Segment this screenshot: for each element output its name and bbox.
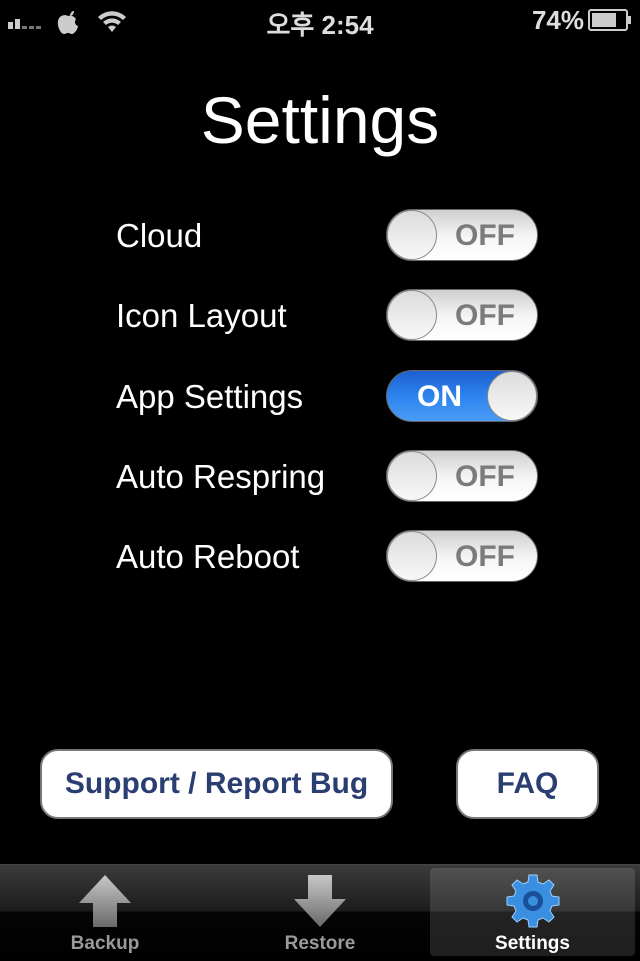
faq-button[interactable]: FAQ: [456, 749, 599, 819]
setting-label-cloud: Cloud: [116, 217, 203, 254]
status-bar: 오후 2:54 74%: [0, 0, 640, 40]
toggle-state-text: OFF: [455, 299, 515, 332]
battery-icon: [588, 9, 631, 31]
auto-reboot-toggle[interactable]: OFF: [386, 530, 538, 582]
setting-row-app-settings: App Settings ON: [0, 370, 640, 426]
support-report-bug-button[interactable]: Support / Report Bug: [40, 749, 393, 819]
toggle-state-text: ON: [417, 380, 462, 413]
tab-label-settings: Settings: [495, 933, 570, 954]
setting-row-cloud: Cloud OFF: [0, 209, 640, 265]
app-settings-toggle[interactable]: ON: [386, 370, 538, 422]
setting-label-icon-layout: Icon Layout: [116, 297, 287, 334]
tab-label-backup: Backup: [70, 933, 140, 954]
tab-backup[interactable]: Backup: [0, 865, 210, 961]
toggle-knob[interactable]: [387, 290, 437, 340]
setting-label-auto-reboot: Auto Reboot: [116, 538, 300, 575]
battery-percent: 74%: [531, 5, 584, 35]
toggle-state-text: OFF: [455, 540, 515, 573]
auto-respring-toggle[interactable]: OFF: [386, 450, 538, 502]
tab-label-restore: Restore: [284, 933, 356, 954]
setting-row-icon-layout: Icon Layout OFF: [0, 289, 640, 345]
toggle-knob[interactable]: [387, 210, 437, 260]
tab-restore[interactable]: Restore: [215, 865, 425, 961]
tab-settings[interactable]: Settings: [430, 868, 635, 956]
tab-bar: Backup Restore Settings: [0, 864, 640, 960]
toggle-state-text: OFF: [455, 219, 515, 252]
down-arrow-icon: [294, 875, 346, 927]
up-arrow-icon: [79, 875, 131, 927]
icon-layout-toggle[interactable]: OFF: [386, 289, 538, 341]
setting-label-auto-respring: Auto Respring: [116, 458, 326, 495]
toggle-knob[interactable]: [487, 371, 537, 421]
setting-row-auto-reboot: Auto Reboot OFF: [0, 530, 640, 586]
toggle-knob[interactable]: [387, 531, 437, 581]
cloud-toggle[interactable]: OFF: [386, 209, 538, 261]
page-title: Settings: [200, 83, 440, 157]
toggle-state-text: OFF: [455, 460, 515, 493]
gear-icon: [506, 874, 559, 928]
setting-label-app-settings: App Settings: [116, 378, 304, 415]
toggle-knob[interactable]: [387, 451, 437, 501]
setting-row-auto-respring: Auto Respring OFF: [0, 450, 640, 506]
